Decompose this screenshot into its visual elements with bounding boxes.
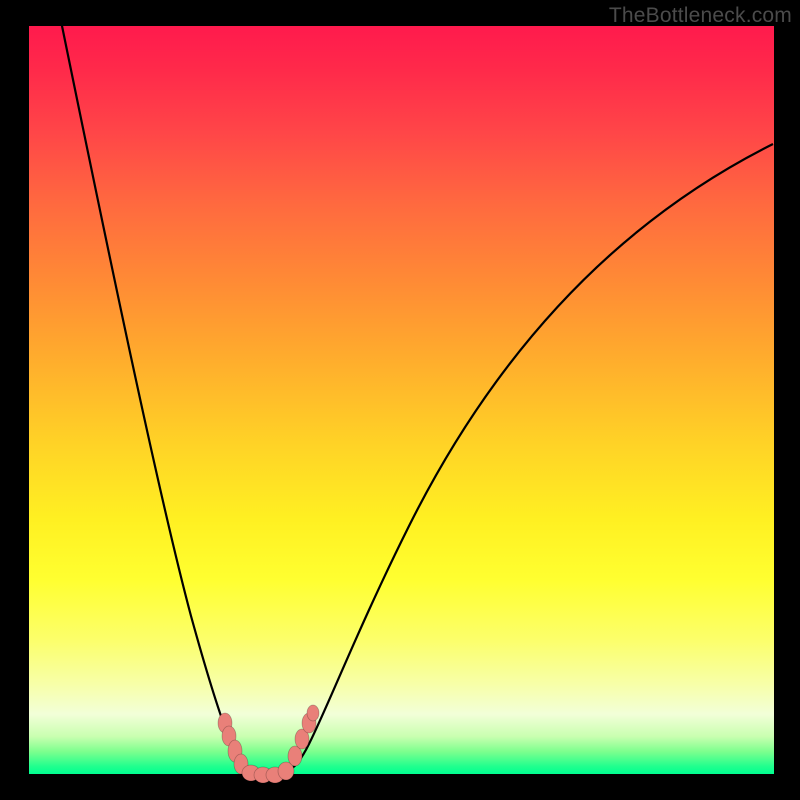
- curve-left-branch: [61, 21, 264, 773]
- watermark-text: TheBottleneck.com: [609, 4, 792, 28]
- data-bead: [307, 705, 319, 721]
- curve-right-branch: [264, 144, 773, 773]
- bottleneck-curve: [29, 26, 774, 774]
